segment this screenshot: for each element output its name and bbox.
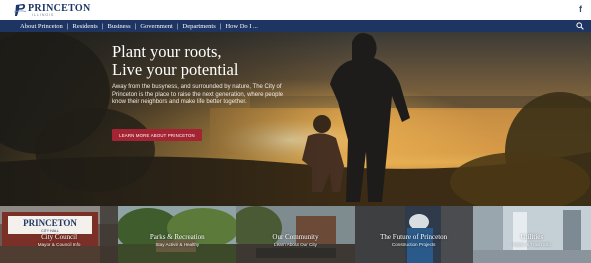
learn-more-button[interactable]: LEARN MORE ABOUT PRINCETON — [112, 129, 202, 141]
tile-parks-recreation[interactable]: Parks & Recreation Stay Active & Healthy — [118, 206, 237, 263]
logo-mark-icon — [14, 4, 26, 16]
nav-item-residents[interactable]: Residents — [73, 23, 98, 30]
main-nav: About Princeton | Residents | Business |… — [0, 20, 591, 32]
quick-links: PRINCETON CITY HALL City Council Mayor &… — [0, 206, 591, 263]
tile-our-community-subtitle: Learn About Our City — [274, 242, 317, 247]
search-icon[interactable] — [576, 22, 584, 30]
hero-banner: Plant your roots, Live your potential Aw… — [0, 32, 591, 206]
facebook-icon[interactable]: f — [579, 4, 582, 14]
nav-item-how-do-i[interactable]: How Do I ... — [225, 23, 258, 30]
nav-item-about-princeton[interactable]: About Princeton — [20, 23, 63, 30]
tile-utilities-subtitle: Water & Trash Info — [512, 242, 551, 247]
logo-subtext: ILLINOIS — [32, 13, 55, 17]
city-hall-sign-text: PRINCETON — [23, 218, 77, 228]
nav-item-government[interactable]: Government — [140, 23, 173, 30]
nav-separator: | — [176, 22, 179, 30]
top-bar: PRINCETON ILLINOIS f — [0, 0, 591, 20]
tile-our-community[interactable]: Our Community Learn About Our City — [236, 206, 355, 263]
tile-city-council-title: City Council — [41, 233, 78, 241]
hero-title: Plant your roots, Live your potential — [112, 43, 238, 79]
nav-separator: | — [101, 22, 104, 30]
hero-title-line2: Live your potential — [112, 60, 239, 79]
tile-future-of-princeton-title: The Future of Princeton — [380, 233, 448, 241]
tile-parks-recreation-title: Parks & Recreation — [149, 233, 205, 241]
hero-background-image — [0, 32, 591, 206]
nav-separator: | — [66, 22, 69, 30]
nav-item-business[interactable]: Business — [107, 23, 130, 30]
tile-city-council-subtitle: Mayor & Council Info — [37, 242, 81, 247]
nav-items: About Princeton | Residents | Business |… — [20, 20, 258, 32]
tile-our-community-title: Our Community — [272, 233, 319, 241]
tile-future-of-princeton[interactable]: The Future of Princeton Construction Pro… — [354, 206, 473, 263]
nav-separator: | — [134, 22, 137, 30]
hero-description: Away from the busyness, and surrounded b… — [112, 84, 284, 106]
tile-future-of-princeton-subtitle: Construction Projects — [391, 242, 436, 247]
hero-title-line1: Plant your roots, — [112, 42, 222, 61]
tile-city-council[interactable]: PRINCETON CITY HALL City Council Mayor &… — [0, 206, 119, 263]
nav-item-departments[interactable]: Departments — [183, 23, 216, 30]
tile-parks-recreation-subtitle: Stay Active & Healthy — [155, 242, 200, 247]
nav-separator: | — [219, 22, 222, 30]
tile-utilities-title: Utilities — [520, 233, 544, 241]
tile-utilities[interactable]: Utilities Water & Trash Info — [472, 206, 591, 263]
